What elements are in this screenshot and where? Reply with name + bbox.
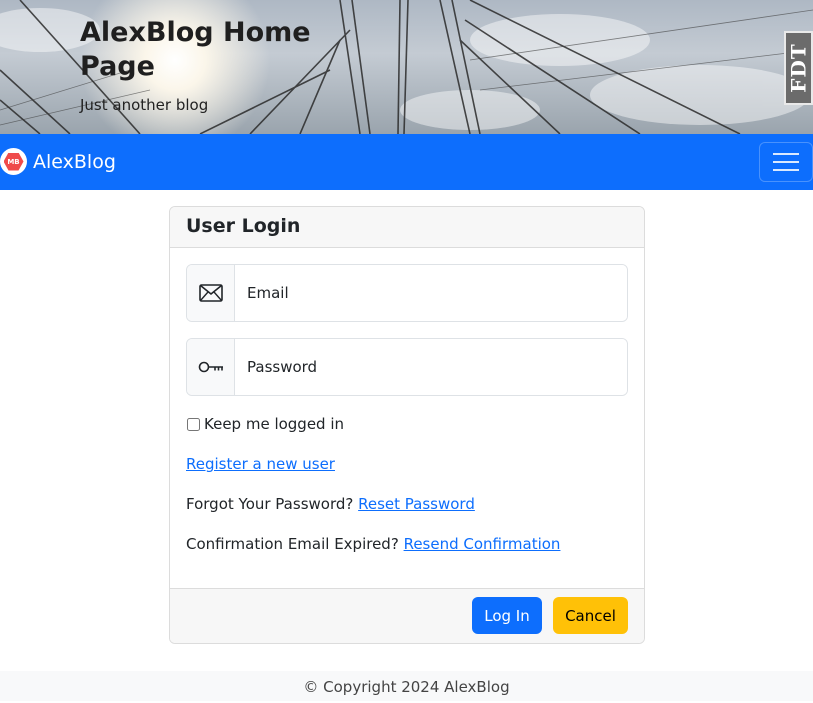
site-title: AlexBlog Home Page — [80, 17, 311, 82]
fdt-badge[interactable]: FDT — [784, 31, 813, 105]
reset-password-link[interactable]: Reset Password — [358, 495, 475, 513]
hamburger-menu-icon[interactable] — [759, 142, 813, 182]
remember-me-label: Keep me logged in — [204, 415, 345, 433]
forgot-password-text: Forgot Your Password? — [186, 495, 354, 513]
site-tagline: Just another blog — [80, 96, 209, 114]
email-field[interactable] — [235, 265, 627, 321]
copyright-text: © Copyright 2024 AlexBlog — [303, 678, 510, 696]
login-card: User Login Keep me logged in — [169, 206, 645, 644]
password-input-group — [186, 338, 628, 396]
login-card-footer: Log In Cancel — [170, 588, 644, 643]
confirmation-expired-line: Confirmation Email Expired? Resend Confi… — [186, 535, 560, 553]
forgot-password-line: Forgot Your Password? Reset Password — [186, 495, 475, 513]
envelope-icon — [187, 265, 235, 321]
login-card-title: User Login — [170, 207, 644, 248]
fdt-badge-label: FDT — [786, 43, 811, 93]
register-line: Register a new user — [186, 455, 335, 473]
brand-logo-text: MB — [3, 152, 24, 171]
page-footer: © Copyright 2024 AlexBlog — [0, 671, 813, 701]
navbar: MB AlexBlog — [0, 134, 813, 190]
register-link[interactable]: Register a new user — [186, 455, 335, 473]
brand-logo-icon: MB — [0, 148, 27, 175]
remember-me-checkbox[interactable] — [187, 417, 200, 431]
navbar-brand[interactable]: MB AlexBlog — [0, 148, 116, 175]
password-field[interactable] — [235, 339, 627, 395]
resend-confirmation-link[interactable]: Resend Confirmation — [404, 535, 561, 553]
key-icon — [187, 339, 235, 395]
brand-name: AlexBlog — [33, 150, 116, 173]
email-input-group — [186, 264, 628, 322]
cancel-button[interactable]: Cancel — [553, 597, 628, 634]
confirmation-expired-text: Confirmation Email Expired? — [186, 535, 399, 553]
header-banner: AlexBlog Home Page Just another blog FDT — [0, 0, 813, 134]
remember-me: Keep me logged in — [186, 415, 344, 433]
login-button[interactable]: Log In — [472, 597, 542, 634]
